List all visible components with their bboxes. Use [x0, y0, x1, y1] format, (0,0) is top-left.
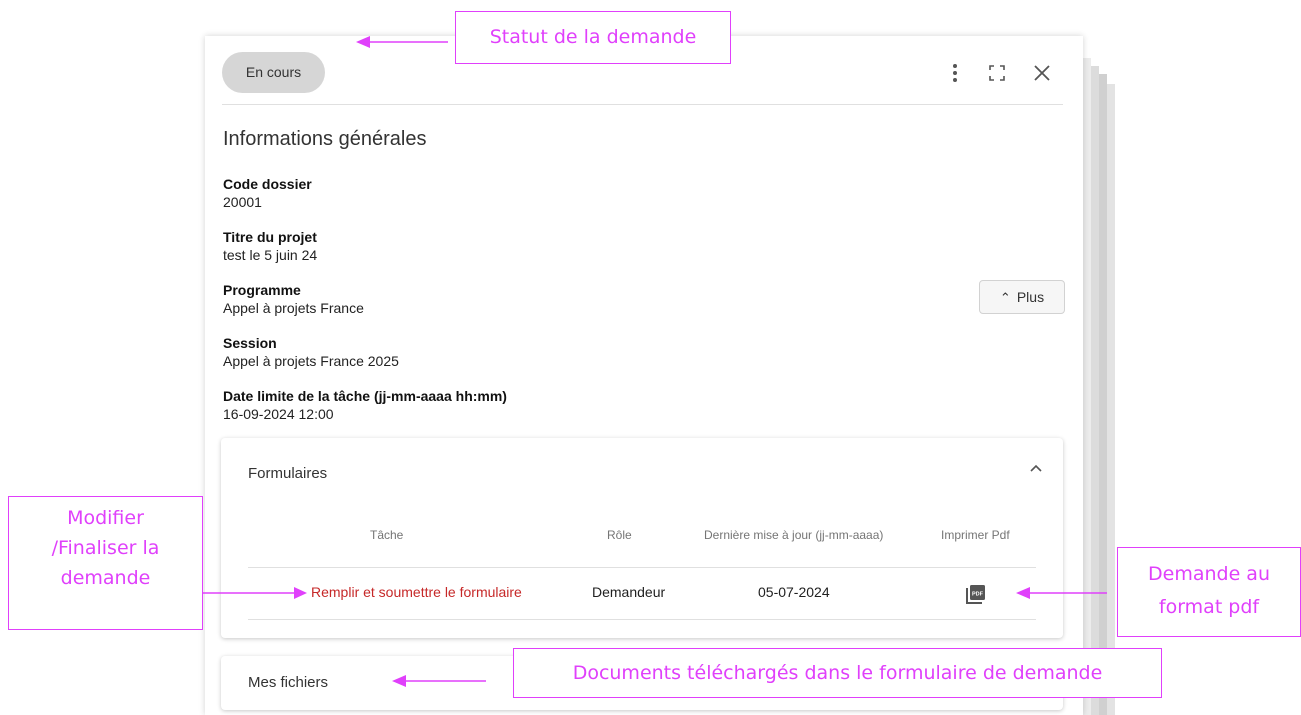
annotation-arrows — [203, 36, 1107, 687]
